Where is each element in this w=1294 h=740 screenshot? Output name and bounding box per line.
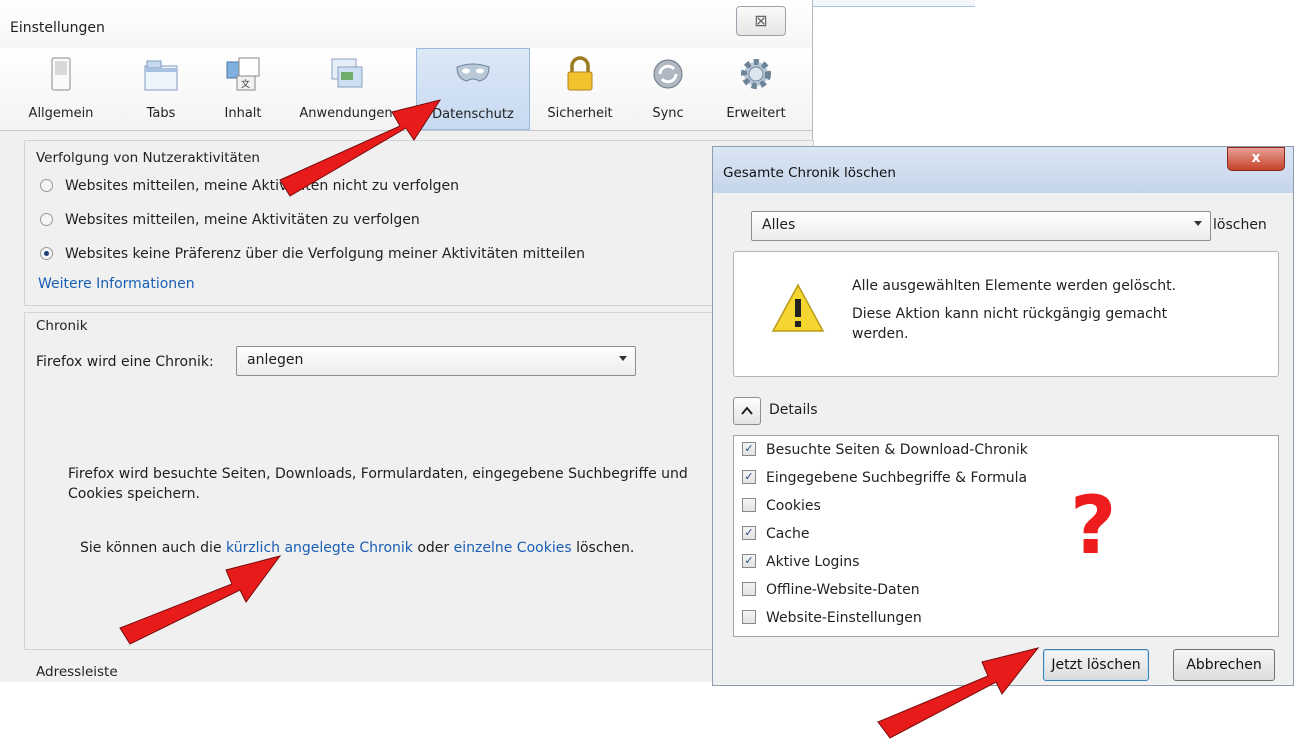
question-mark-annotation: ? bbox=[1070, 479, 1117, 572]
arrow-to-privacy-tab bbox=[279, 99, 442, 197]
annotation-overlay bbox=[119, 99, 1040, 739]
arrow-to-clear-now-button bbox=[877, 647, 1040, 739]
arrow-to-clear-history-link bbox=[119, 555, 282, 645]
